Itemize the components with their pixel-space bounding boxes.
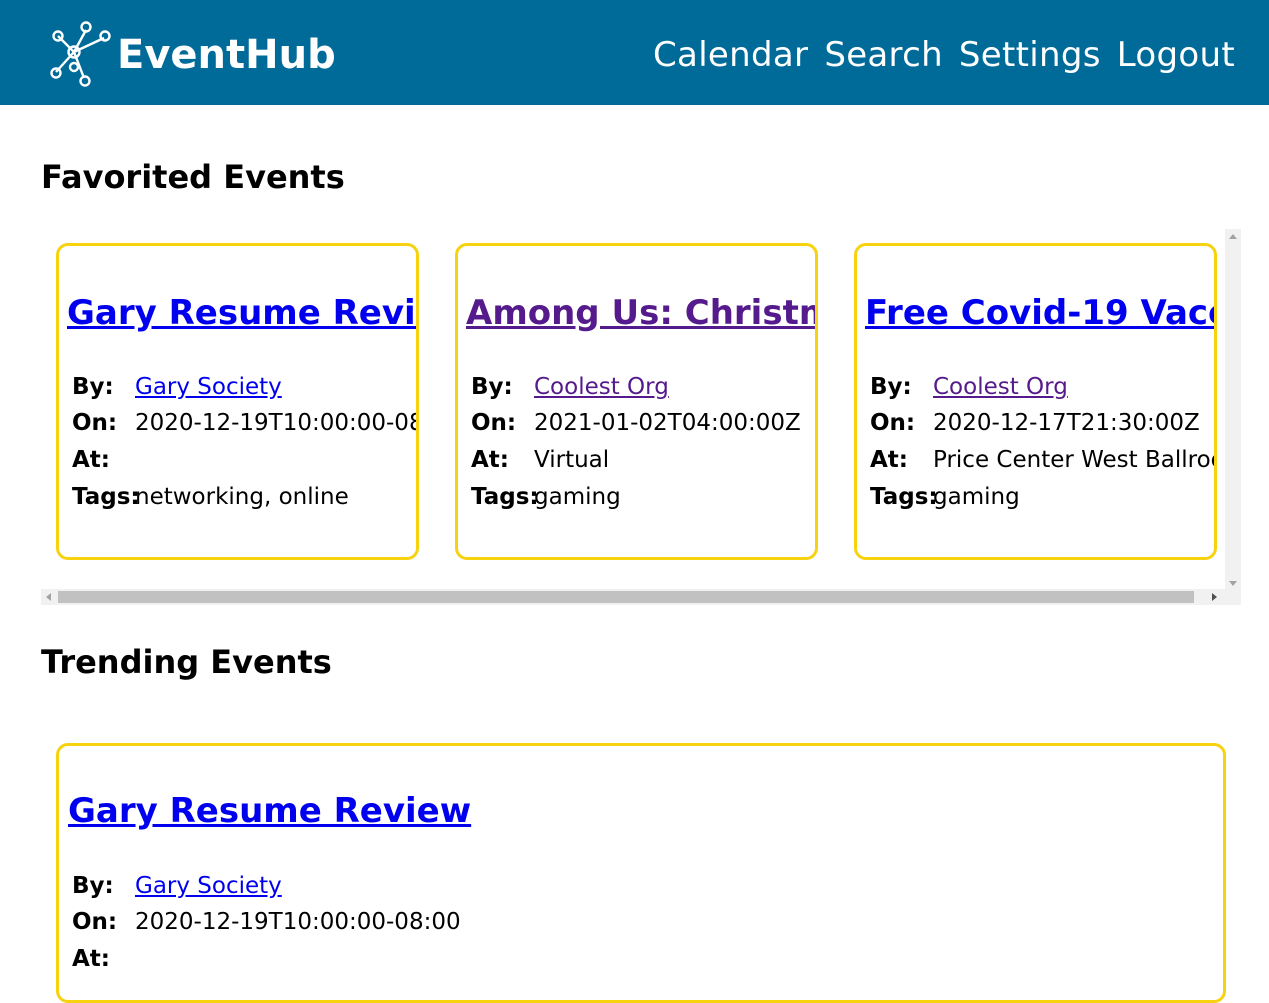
event-datetime: 2020-12-17T21:30:00Z — [933, 410, 1200, 436]
by-label: By: — [471, 374, 513, 400]
tags-label: Tags: — [471, 484, 539, 510]
event-datetime: 2020-12-19T10:00:00-08:00 — [135, 909, 461, 935]
on-label: On: — [471, 410, 517, 436]
at-label: At: — [72, 447, 110, 473]
organizer-link[interactable]: Coolest Org — [534, 372, 669, 402]
favorited-events-scroller[interactable]: Gary Resume Review By: Gary Society On: … — [41, 229, 1241, 605]
favorited-events-title: Favorited Events — [41, 158, 345, 196]
horizontal-scrollbar[interactable] — [41, 589, 1241, 605]
event-card: Gary Resume Review By: Gary Society On: … — [56, 743, 1226, 1003]
on-label: On: — [72, 909, 118, 935]
event-datetime: 2020-12-19T10:00:00-08:00 — [135, 410, 416, 436]
network-nodes-icon[interactable] — [46, 20, 112, 88]
event-card: Free Covid-19 Vaccine By: Coolest Org On… — [854, 243, 1217, 560]
by-label: By: — [72, 873, 114, 899]
trending-events-title: Trending Events — [41, 643, 332, 681]
at-label: At: — [72, 946, 110, 972]
event-title-link[interactable]: Gary Resume Review — [67, 292, 416, 334]
organizer-link[interactable]: Coolest Org — [933, 372, 1068, 402]
vertical-scrollbar[interactable] — [1225, 229, 1241, 591]
tags-label: Tags: — [72, 484, 140, 510]
brand-name[interactable]: EventHub — [117, 30, 336, 80]
scrollbar-thumb[interactable] — [58, 591, 1194, 603]
event-card: Gary Resume Review By: Gary Society On: … — [56, 243, 419, 560]
scroll-up-arrow-icon[interactable] — [1229, 234, 1237, 239]
event-card: Among Us: Christmas By: Coolest Org On: … — [455, 243, 818, 560]
scroll-down-arrow-icon[interactable] — [1229, 581, 1237, 586]
nav-calendar[interactable]: Calendar — [653, 33, 808, 77]
nav-logout[interactable]: Logout — [1117, 33, 1235, 77]
at-label: At: — [870, 447, 908, 473]
on-label: On: — [72, 410, 118, 436]
app-header: EventHub Calendar Search Settings Logout — [0, 0, 1269, 105]
event-title-link[interactable]: Among Us: Christmas — [466, 292, 815, 334]
scroll-left-arrow-icon[interactable] — [46, 593, 51, 601]
by-label: By: — [72, 374, 114, 400]
event-title-link[interactable]: Gary Resume Review — [68, 790, 471, 832]
event-datetime: 2021-01-02T04:00:00Z — [534, 410, 801, 436]
event-location: Price Center West Ballroom — [933, 447, 1217, 473]
nav-search[interactable]: Search — [824, 33, 943, 77]
tags-label: Tags: — [870, 484, 938, 510]
event-title-link[interactable]: Free Covid-19 Vaccine — [865, 292, 1214, 334]
event-tags: networking, online — [135, 484, 349, 510]
nav-settings[interactable]: Settings — [959, 33, 1101, 77]
by-label: By: — [870, 374, 912, 400]
event-tags: gaming — [933, 484, 1020, 510]
main-nav: Calendar Search Settings Logout — [653, 33, 1235, 77]
event-tags: gaming — [534, 484, 621, 510]
organizer-link[interactable]: Gary Society — [135, 372, 282, 402]
organizer-link[interactable]: Gary Society — [135, 871, 282, 901]
scroll-right-arrow-icon[interactable] — [1212, 593, 1217, 601]
event-location: Virtual — [534, 447, 610, 473]
at-label: At: — [471, 447, 509, 473]
on-label: On: — [870, 410, 916, 436]
